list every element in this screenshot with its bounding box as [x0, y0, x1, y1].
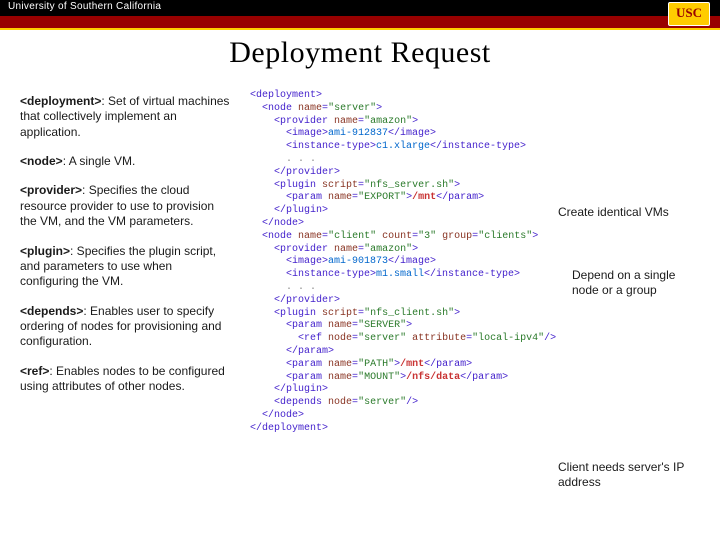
annotation-depend: Depend on a single node or a group [572, 268, 702, 299]
def-plugin: <plugin>: Specifies the plugin script, a… [20, 244, 230, 290]
def-tag: <depends> [20, 304, 83, 318]
org-name: University of Southern California [8, 1, 161, 12]
header-bar: University of Southern California USC [0, 0, 720, 28]
def-text: : Enables nodes to be configured using a… [20, 364, 225, 393]
def-tag: <provider> [20, 183, 82, 197]
annotation-create-identical: Create identical VMs [558, 205, 669, 220]
def-tag: <node> [20, 154, 63, 168]
def-deployment: <deployment>: Set of virtual machines th… [20, 94, 230, 140]
slide-title: Deployment Request [0, 30, 720, 70]
def-node: <node>: A single VM. [20, 154, 230, 169]
header-band-top: University of Southern California [0, 0, 720, 16]
def-provider: <provider>: Specifies the cloud resource… [20, 183, 230, 229]
xml-code-block: <deployment> <node name="server"> <provi… [250, 90, 535, 436]
definitions-column: <deployment>: Set of virtual machines th… [20, 94, 230, 408]
annotation-client-ip: Client needs server's IP address [558, 460, 706, 491]
def-depends: <depends>: Enables user to specify order… [20, 304, 230, 350]
def-tag: <plugin> [20, 244, 70, 258]
def-ref: <ref>: Enables nodes to be configured us… [20, 364, 230, 395]
def-tag: <deployment> [20, 94, 101, 108]
def-text: : A single VM. [63, 154, 136, 168]
slide-body: Deployment Request <deployment>: Set of … [0, 30, 720, 540]
usc-logo: USC [668, 2, 710, 26]
def-tag: <ref> [20, 364, 49, 378]
